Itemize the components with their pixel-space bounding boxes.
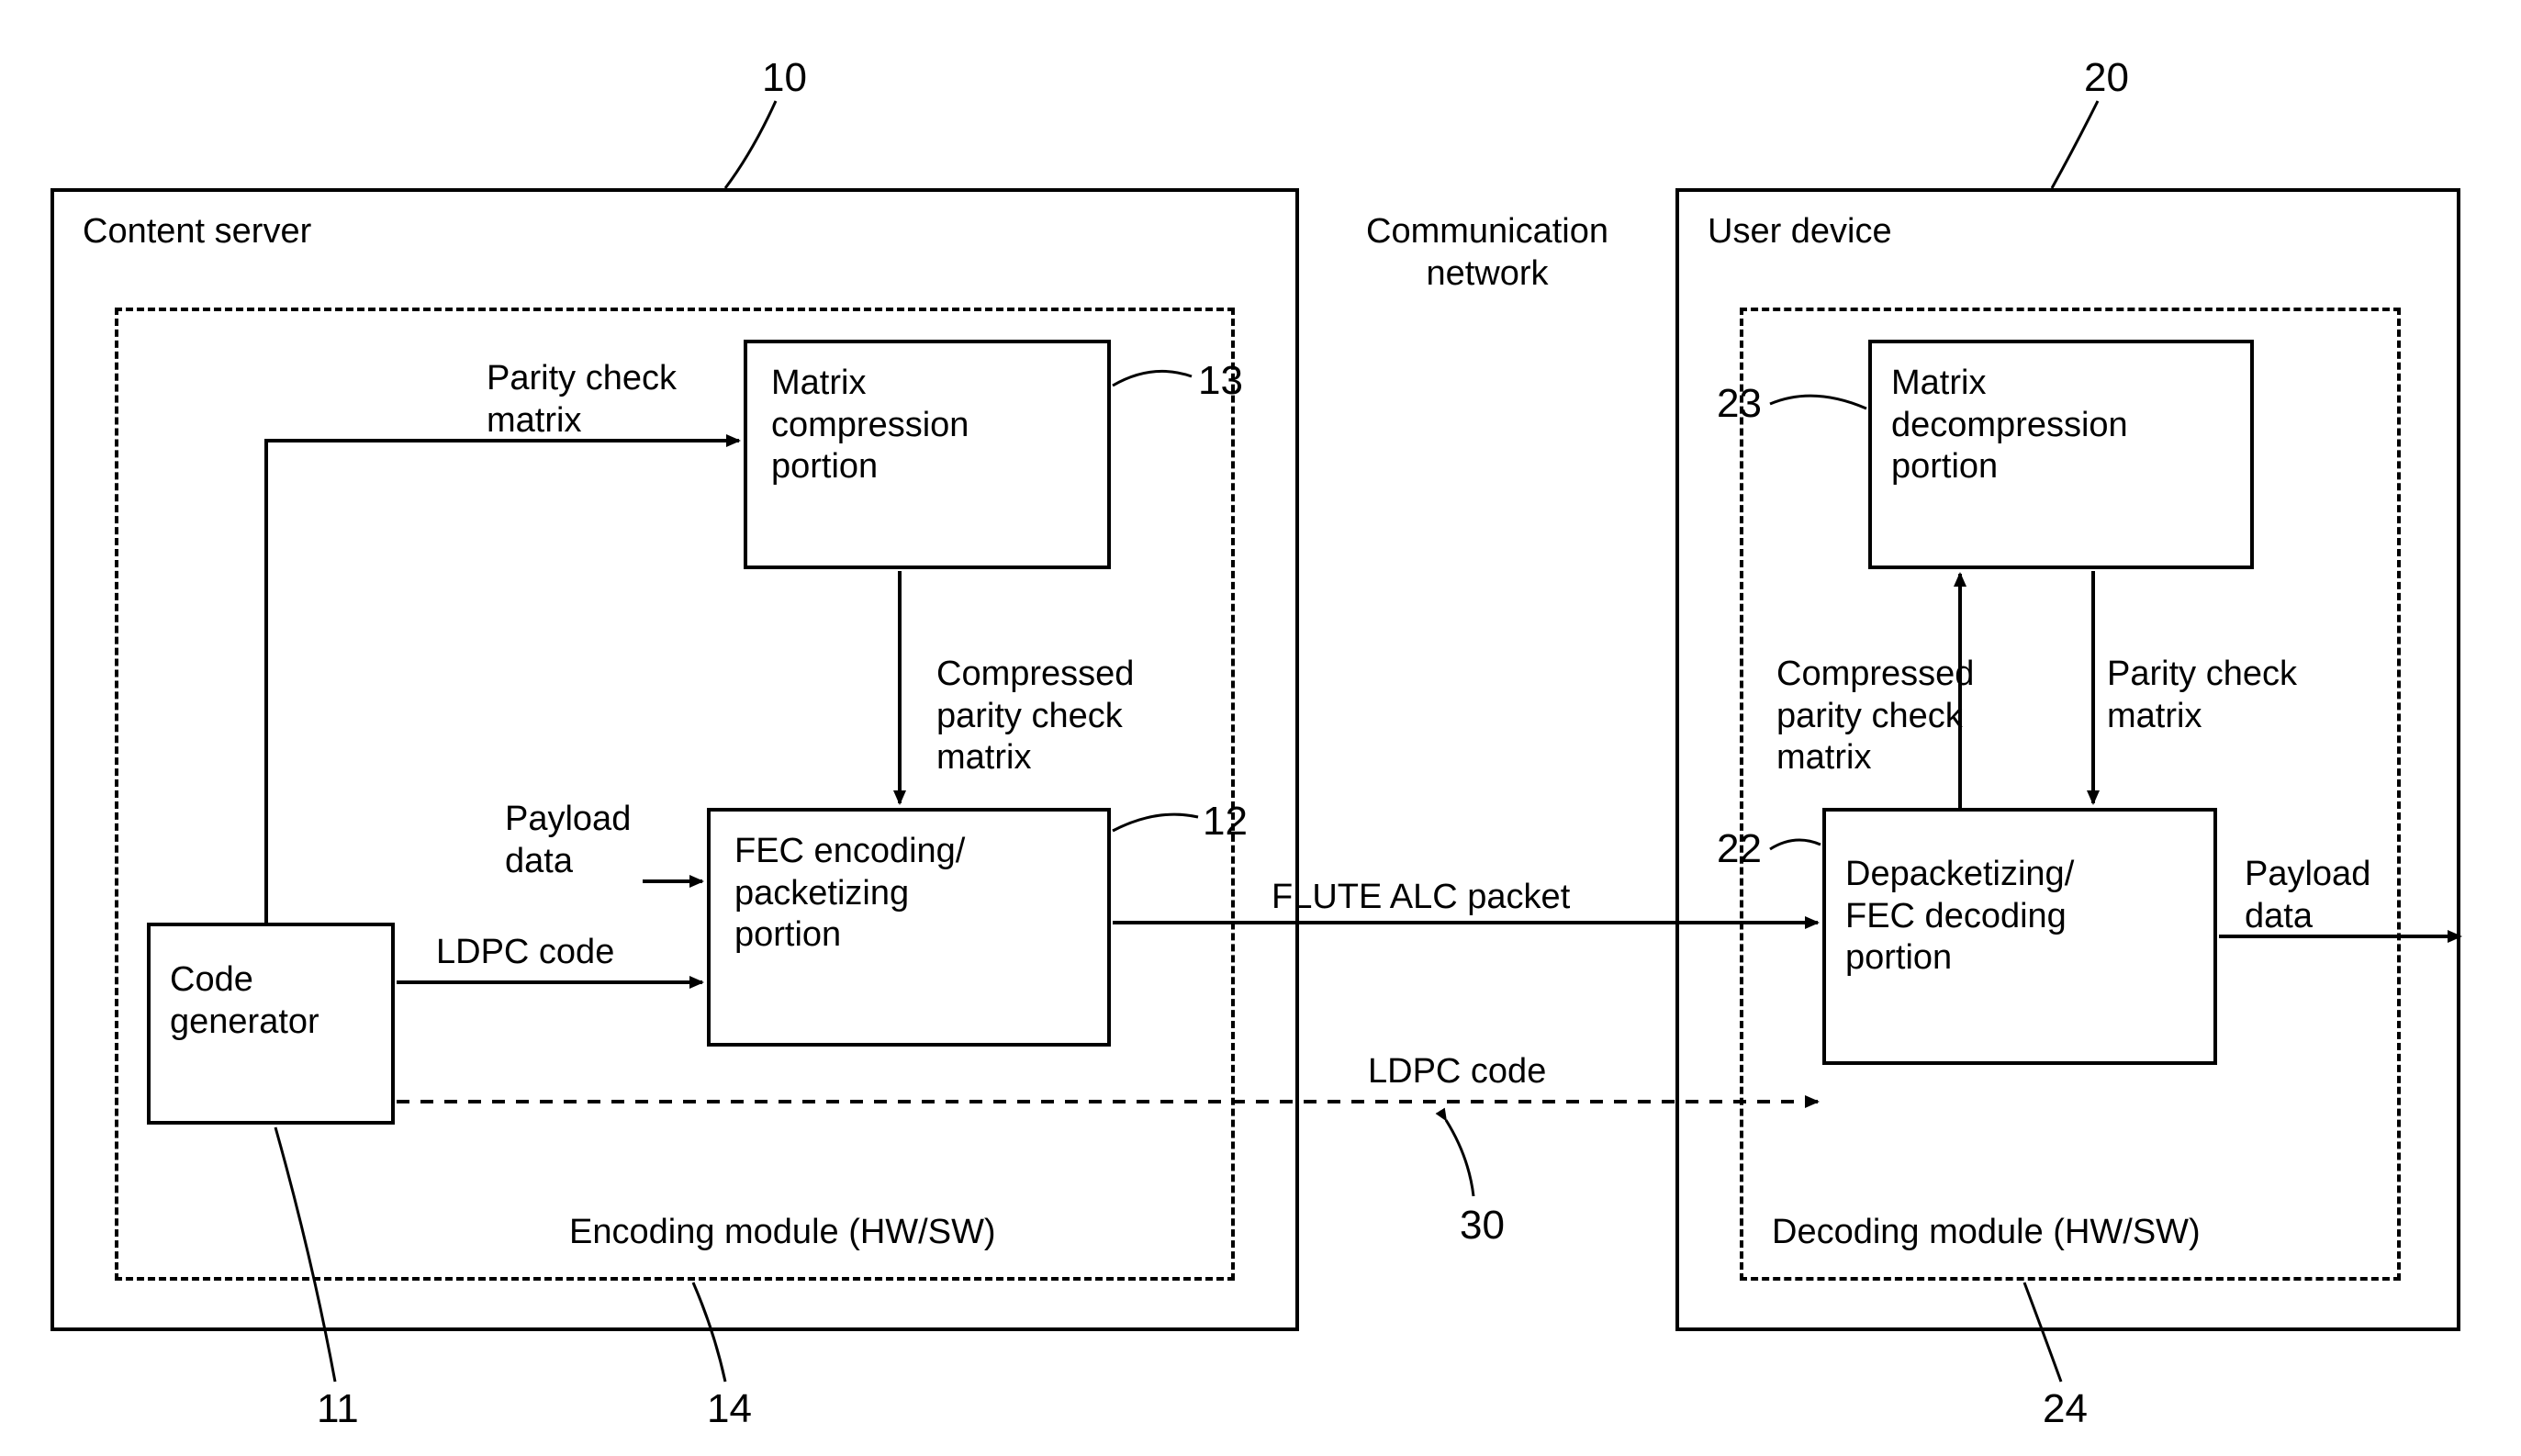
content-server-title: Content server [83,211,311,253]
flute-alc-packet-label: FLUTE ALC packet [1272,877,1570,919]
decoding-module-title: Decoding module (HW/SW) [1772,1212,2201,1254]
ref-10: 10 [762,55,807,101]
matrix-decompression-label: Matrix decompression portion [1891,363,2128,488]
depacketizing-label: Depacketizing/ FEC decoding portion [1845,854,2074,980]
ref-12: 12 [1203,799,1248,845]
fec-encoding-label: FEC encoding/ packetizing portion [734,831,965,957]
comm-network-title: Communication network [1340,211,1634,295]
ldpc-code-label: LDPC code [436,932,614,974]
ldpc-code2-label: LDPC code [1368,1051,1546,1093]
ref-13: 13 [1198,358,1243,404]
code-generator-label: Code generator [170,959,319,1043]
parity-check-matrix-r-label: Parity check matrix [2107,654,2297,737]
payload-data-label: Payload data [505,799,631,882]
compressed-pcm-r-label: Compressed parity check matrix [1776,654,1974,779]
ref-30: 30 [1460,1203,1505,1249]
compressed-pcm-label: Compressed parity check matrix [936,654,1134,779]
ref-23: 23 [1717,381,1762,427]
ref-24: 24 [2043,1386,2088,1432]
parity-check-matrix-label: Parity check matrix [487,358,677,442]
ref-22: 22 [1717,826,1762,872]
encoding-module-title: Encoding module (HW/SW) [569,1212,996,1254]
ref-20: 20 [2084,55,2129,101]
ref-14: 14 [707,1386,752,1432]
ref-11: 11 [317,1386,359,1432]
user-device-title: User device [1708,211,1892,253]
matrix-compression-label: Matrix compression portion [771,363,969,488]
payload-data-out-label: Payload data [2245,854,2370,937]
